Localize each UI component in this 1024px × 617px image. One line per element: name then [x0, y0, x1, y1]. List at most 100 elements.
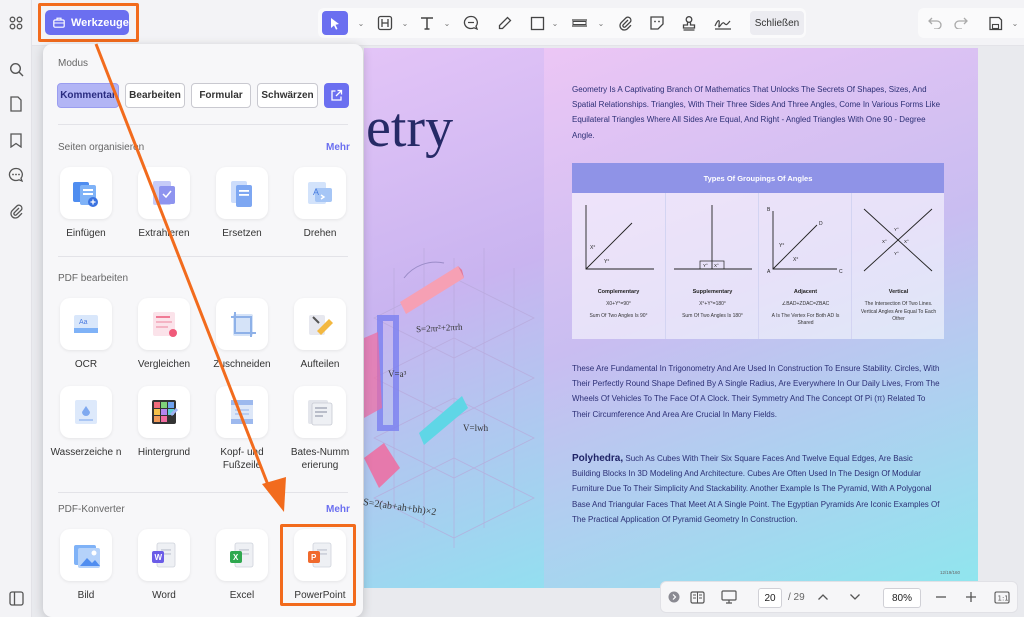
chevron-down-icon[interactable]: ⌄: [1006, 14, 1024, 32]
svg-text:Aa: Aa: [79, 319, 88, 326]
tool-label: Vergleichen: [137, 359, 191, 370]
svg-text:Y°: Y°: [894, 227, 899, 232]
tool-kopf-fusszeile[interactable]: Kopf- und Fußzeile: [205, 386, 279, 472]
document-title-fragment: etry: [366, 97, 454, 159]
stamp-tool-icon[interactable]: [680, 14, 698, 32]
tool-ocr[interactable]: Aa OCR: [49, 298, 123, 371]
save-icon[interactable]: [986, 14, 1004, 32]
pen-tool-icon[interactable]: [496, 14, 514, 32]
search-icon[interactable]: [7, 60, 25, 78]
top-toolbar: ⌄ ⌄ ⌄ ⌄ ⌄ Schließen ⌄: [32, 0, 1024, 46]
attachment-tool-icon[interactable]: [616, 14, 634, 32]
mode-kommentar-button[interactable]: Kommentar: [57, 83, 119, 108]
open-external-button[interactable]: [324, 83, 349, 108]
angle-name: Complementary: [597, 289, 640, 295]
tool-excel[interactable]: X Excel: [205, 529, 279, 602]
tool-extrahieren[interactable]: Extrahieren: [127, 167, 201, 240]
comment-icon[interactable]: [7, 166, 25, 184]
tool-zuschneiden[interactable]: Zuschneiden: [205, 298, 279, 371]
svg-text:Y°: Y°: [779, 243, 784, 249]
sidebar-toggle-icon[interactable]: [7, 589, 25, 607]
bookmark-icon[interactable]: [7, 131, 25, 149]
shape-tool-icon[interactable]: [528, 14, 546, 32]
presentation-icon[interactable]: [721, 589, 737, 605]
tool-label: Extrahieren: [138, 228, 190, 239]
tool-wasserzeichen[interactable]: Wasserzeiche n: [49, 386, 123, 459]
mode-bearbeiten-button[interactable]: Bearbeiten: [125, 83, 185, 108]
polyhedra-paragraph: Polyhedra, Such As Cubes With Their Six …: [572, 451, 942, 527]
werkzeuge-button[interactable]: Werkzeuge: [45, 10, 129, 35]
svg-text:D: D: [819, 221, 823, 227]
bearbeiten-section-title: PDF bearbeiten: [58, 273, 129, 284]
tool-einfuegen[interactable]: Einfügen: [49, 167, 123, 240]
angle-description: A Is The Vertex For Both AD Is Shared: [771, 312, 840, 327]
tool-label: Excel: [229, 590, 255, 601]
toolbox-icon: [53, 17, 65, 28]
note-tool-icon[interactable]: [462, 14, 480, 32]
tool-bild[interactable]: Bild: [49, 529, 123, 602]
redo-icon[interactable]: [952, 14, 970, 32]
svg-text:B: B: [767, 207, 771, 213]
collapse-arrow-icon[interactable]: [666, 589, 682, 605]
angle-column-complementary: X° Y° Complementary X0+Y°=90° Sum Of Two…: [572, 193, 665, 339]
pages-icon[interactable]: [7, 95, 25, 113]
select-tool-button[interactable]: [322, 11, 348, 35]
svg-text:X°: X°: [904, 239, 909, 244]
page-number-input[interactable]: 20: [758, 588, 782, 608]
grid-icon[interactable]: [7, 14, 25, 32]
tool-label: Bates-Numm erierung: [290, 447, 350, 471]
background-icon: [152, 400, 179, 424]
chevron-down-icon[interactable]: ⌄: [396, 14, 414, 32]
konverter-mehr-link[interactable]: Mehr: [326, 504, 350, 515]
angle-name: Vertical: [888, 289, 909, 295]
svg-text:Y°: Y°: [604, 259, 609, 265]
text-tool-icon[interactable]: [418, 14, 436, 32]
mode-formular-button[interactable]: Formular: [191, 83, 251, 108]
undo-icon[interactable]: [926, 14, 944, 32]
previous-page-icon[interactable]: [815, 589, 831, 605]
tool-label: Aufteilen: [300, 359, 340, 370]
svg-text:W: W: [155, 553, 163, 562]
next-page-icon[interactable]: [847, 589, 863, 605]
extract-pages-icon: [153, 181, 175, 205]
svg-text:X°: X°: [714, 263, 719, 268]
header-footer-icon: [231, 400, 253, 424]
polyhedra-text: Such As Cubes With Their Six Square Face…: [572, 454, 940, 524]
highlight-tool-icon[interactable]: [376, 14, 394, 32]
close-edit-button[interactable]: Schließen: [750, 11, 804, 35]
tool-label: Ersetzen: [222, 228, 262, 239]
svg-text:X°: X°: [590, 245, 595, 251]
page-total: / 29: [788, 592, 805, 603]
angle-column-adjacent: B D A C Y° X° Adjacent ∠BAD+ZDAC=ZBAC A …: [758, 193, 851, 339]
chevron-down-icon[interactable]: ⌄: [352, 14, 370, 32]
page-view-icon[interactable]: [689, 589, 705, 605]
tool-aufteilen[interactable]: Aufteilen: [283, 298, 357, 371]
angle-column-vertical: Y° X° X° Y° Vertical The Intersection Of…: [851, 193, 944, 339]
tool-label: Wasserzeiche n: [50, 447, 122, 458]
measure-tool-icon[interactable]: [570, 14, 588, 32]
ocr-icon: Aa: [74, 315, 98, 333]
tool-drehen[interactable]: A Drehen: [283, 167, 357, 240]
attachment-icon[interactable]: [7, 202, 25, 220]
mode-schwaerzen-button[interactable]: Schwärzen: [257, 83, 318, 108]
svg-text:C: C: [839, 269, 843, 275]
tool-word[interactable]: W Word: [127, 529, 201, 602]
signature-tool-icon[interactable]: [714, 14, 732, 32]
tool-vergleichen[interactable]: Vergleichen: [127, 298, 201, 371]
tool-ersetzen[interactable]: Ersetzen: [205, 167, 279, 240]
image-convert-icon: [74, 545, 100, 568]
zoom-level-input[interactable]: 80%: [883, 588, 921, 608]
chevron-down-icon[interactable]: ⌄: [438, 14, 456, 32]
zoom-in-icon[interactable]: [963, 589, 979, 605]
chevron-down-icon[interactable]: ⌄: [592, 14, 610, 32]
chevron-down-icon[interactable]: ⌄: [546, 14, 564, 32]
sticker-tool-icon[interactable]: [648, 14, 666, 32]
tool-label: Drehen: [303, 228, 337, 239]
tool-label: Einfügen: [66, 228, 106, 239]
tool-hintergrund[interactable]: Hintergrund: [127, 386, 201, 459]
angle-column-supplementary: Y° X° Supplementary X°+Y°=180° Sum Of Tw…: [665, 193, 758, 339]
tool-bates-nummerierung[interactable]: Bates-Numm erierung: [283, 386, 357, 472]
zoom-out-icon[interactable]: [933, 589, 949, 605]
actual-size-icon[interactable]: 1:1: [994, 589, 1010, 605]
seiten-mehr-link[interactable]: Mehr: [326, 142, 350, 153]
